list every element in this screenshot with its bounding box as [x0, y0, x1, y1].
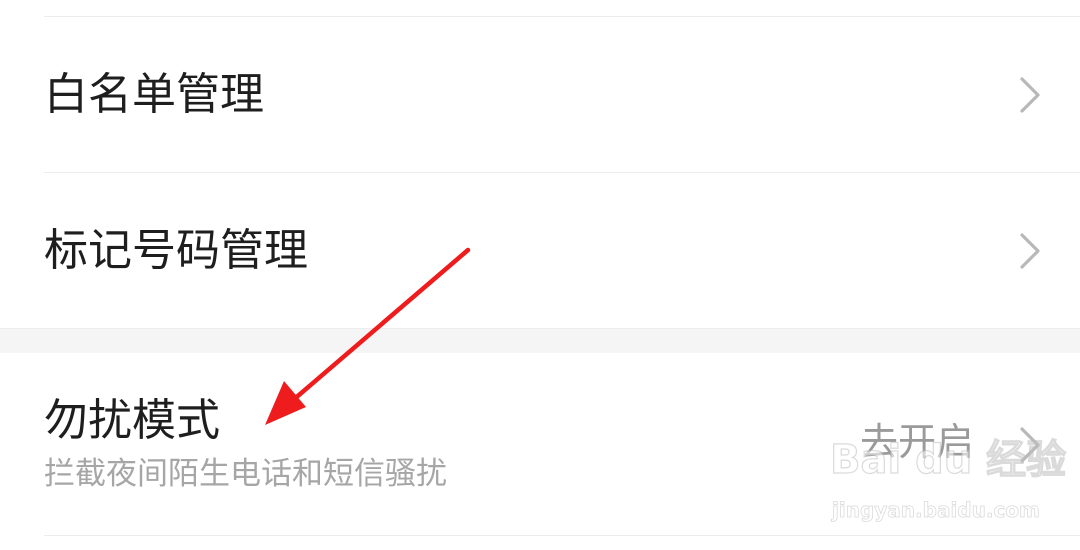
section-gap [0, 329, 1080, 353]
chevron-right-icon [1016, 231, 1044, 271]
settings-screen: 白名单管理 标记号码管理 勿扰模式 拦截夜间陌生电话和短信骚扰 去开启 Bai … [0, 0, 1080, 550]
watermark-main: Bai du 经验 [829, 437, 1067, 483]
divider [44, 535, 1080, 536]
row-whitelist-management[interactable]: 白名单管理 [0, 17, 1080, 172]
baidu-jingyan-watermark: Bai du 经验 jingyan.baidu.com [829, 439, 1066, 530]
row-title: 标记号码管理 [44, 225, 308, 276]
chevron-right-icon [1016, 75, 1044, 115]
row-title: 白名单管理 [44, 69, 264, 120]
row-marked-number-management[interactable]: 标记号码管理 [0, 173, 1080, 328]
row-subtitle: 拦截夜间陌生电话和短信骚扰 [44, 456, 447, 492]
watermark-sub: jingyan.baidu.com [832, 498, 1041, 522]
row-title: 勿扰模式 [44, 395, 220, 446]
